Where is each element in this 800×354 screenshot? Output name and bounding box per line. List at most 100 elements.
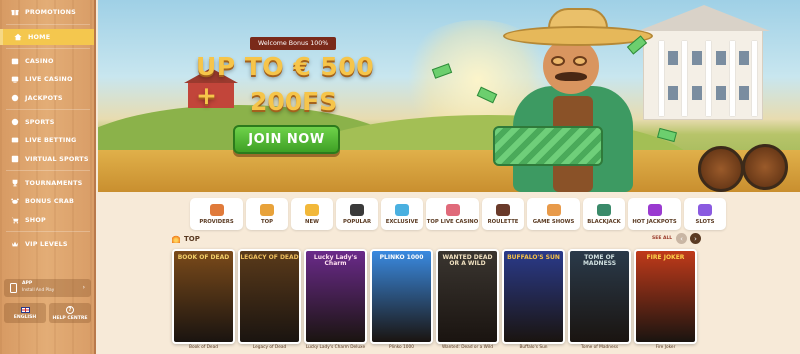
ball-icon [10, 118, 19, 127]
lightning-icon [305, 203, 319, 216]
divider [6, 48, 90, 49]
sidebar-item-label: VIRTUAL SPORTS [25, 155, 89, 163]
language-button[interactable]: ENGLISH [4, 303, 46, 323]
category-hot-jackpots[interactable]: HOT JACKPOTS [628, 198, 681, 230]
sidebar-item-label: PROMOTIONS [25, 8, 76, 16]
game-thumbnail[interactable]: LEGACY OF DEAD [238, 249, 301, 344]
game-card[interactable]: PLINKO 1000 Plinko 1000 [370, 249, 433, 354]
game-thumbnail[interactable]: Lucky Lady's Charm [304, 249, 367, 344]
see-all-link[interactable]: SEE ALL [652, 236, 672, 241]
game-title: Book of Dead [189, 345, 218, 350]
game-thumbnail[interactable]: BOOK OF DEAD [172, 249, 235, 344]
sidebar-item-shop[interactable]: SHOP [0, 212, 94, 228]
games-row: BOOK OF DEAD Book of Dead LEGACY OF DEAD Le… [172, 249, 697, 354]
sidebar-item-live-betting[interactable]: LIVE BETTING [0, 132, 94, 148]
game-card[interactable]: BUFFALO'S SUN Buffalo's Sun [502, 249, 565, 354]
slot-icon [10, 57, 19, 66]
divider [6, 24, 90, 25]
category-label: TOP [261, 218, 273, 225]
category-roulette[interactable]: ROULETTE [482, 198, 524, 230]
cart-icon [10, 216, 19, 225]
game-card[interactable]: FIRE JOKER Fire Joker [634, 249, 697, 354]
game-logo-text: BUFFALO'S SUN [507, 254, 560, 261]
help-centre-button[interactable]: ? HELP CENTRE [49, 303, 91, 323]
game-title: Plinko 1000 [389, 345, 414, 350]
category-providers[interactable]: PROVIDERS [190, 198, 243, 230]
sidebar-item-bonus-crab[interactable]: BONUS CRAB [0, 193, 94, 209]
game-title: Legacy of Dead [252, 345, 287, 350]
category-game-shows[interactable]: GAME SHOWS [527, 198, 580, 230]
sidebar-item-label: LIVE CASINO [25, 75, 73, 83]
game-logo-text: Lucky Lady's Charm [313, 254, 358, 268]
scroll-left-button[interactable]: ‹ [676, 233, 687, 244]
category-exclusive[interactable]: EXCLUSIVE [381, 198, 423, 230]
game-thumbnail[interactable]: FIRE JOKER [634, 249, 697, 344]
game-thumbnail[interactable]: TOME OF MADNESS [568, 249, 631, 344]
trophy-icon [10, 179, 19, 188]
providers-icon [209, 203, 224, 216]
diamond-icon [395, 203, 409, 216]
sidebar: PROMOTIONS HOME CASINO LIVE CASINO JACKP… [0, 0, 96, 354]
banner-barrels [698, 140, 800, 192]
category-top-live-casino[interactable]: TOP LIVE CASINO [426, 198, 479, 230]
game-card[interactable]: BOOK OF DEAD Book of Dead [172, 249, 235, 354]
game-thumbnail[interactable]: PLINKO 1000 [370, 249, 433, 344]
sidebar-item-label: BONUS CRAB [25, 197, 75, 205]
sidebar-item-live-casino[interactable]: LIVE CASINO [0, 71, 94, 87]
sidebar-item-sports[interactable]: SPORTS [0, 114, 94, 130]
hero-banner[interactable]: Welcome Bonus 100% UP TO € 500 + 200FS J… [98, 0, 800, 192]
game-card[interactable]: TOME OF MADNESS Tome of Madness [568, 249, 631, 354]
join-now-button[interactable]: JOIN NOW [233, 125, 340, 154]
home-icon [13, 33, 22, 42]
divider [6, 109, 90, 110]
game-title: Fire Joker [655, 345, 676, 350]
chevron-right-icon: › [82, 284, 85, 291]
sidebar-item-casino[interactable]: CASINO [0, 53, 94, 69]
wheel-icon [546, 203, 561, 216]
game-card[interactable]: Lucky Lady's Charm Lucky Lady's Charm Del… [304, 249, 367, 354]
scroll-right-button[interactable]: › [690, 233, 701, 244]
game-thumbnail[interactable]: WANTED DEAD OR A WILD [436, 249, 499, 344]
help-icon: ? [66, 305, 74, 314]
sidebar-item-tournaments[interactable]: TOURNAMENTS [0, 175, 94, 191]
game-logo-text: WANTED DEAD OR A WILD [442, 254, 493, 268]
game-card[interactable]: WANTED DEAD OR A WILD Wanted: Dead or a W… [436, 249, 499, 354]
banner-field [98, 150, 800, 192]
divider [6, 231, 90, 232]
category-blackjack[interactable]: BLACKJACK [583, 198, 625, 230]
category-slots[interactable]: SLOTS [684, 198, 726, 230]
phone-icon [10, 283, 17, 293]
game-card[interactable]: LEGACY OF DEAD Legacy of Dead [238, 249, 301, 354]
help-label: HELP CENTRE [52, 315, 88, 321]
sidebar-item-label: LIVE BETTING [25, 136, 77, 144]
game-thumbnail[interactable]: BUFFALO'S SUN [502, 249, 565, 344]
sidebar-item-label: VIP LEVELS [25, 240, 68, 248]
game-logo-text: FIRE JOKER [646, 254, 685, 261]
category-label: HOT JACKPOTS [632, 218, 677, 225]
category-label: BLACKJACK [587, 218, 621, 225]
crab-icon [10, 197, 19, 206]
sidebar-item-virtual-sports[interactable]: VIRTUAL SPORTS [0, 151, 94, 167]
game-logo-text: BOOK OF DEAD [177, 254, 230, 261]
divider [6, 170, 90, 171]
roulette-icon [496, 203, 510, 216]
category-label: GAME SHOWS [532, 218, 575, 225]
sidebar-item-vip-levels[interactable]: VIP LEVELS [0, 236, 94, 252]
category-label: NEW [305, 218, 319, 225]
category-popular[interactable]: POPULAR [336, 198, 378, 230]
game-title: Lucky Lady's Charm Deluxe [305, 345, 366, 350]
sidebar-item-home[interactable]: HOME [0, 29, 94, 45]
category-top[interactable]: TOP [246, 198, 288, 230]
slots-icon [698, 203, 712, 216]
gift-icon [10, 8, 19, 17]
section-header: TOP [172, 234, 200, 243]
banner-headline-2: 200FS [250, 87, 338, 116]
category-label: PROVIDERS [199, 218, 234, 225]
banner-farmer-character [483, 8, 673, 192]
sidebar-item-jackpots[interactable]: JACKPOTS [0, 90, 94, 106]
sidebar-item-promotions[interactable]: PROMOTIONS [0, 4, 94, 20]
bomb-icon [350, 203, 364, 216]
app-install-button[interactable]: APP Install And Play › [4, 279, 91, 297]
cards-icon [597, 203, 611, 216]
category-new[interactable]: NEW [291, 198, 333, 230]
